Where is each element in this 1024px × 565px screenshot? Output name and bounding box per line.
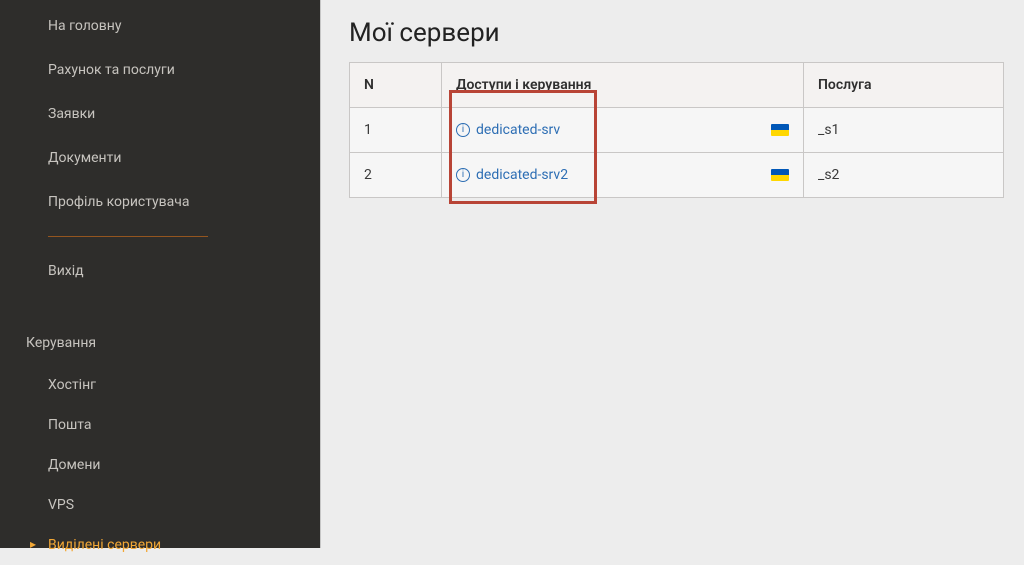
table-row: 2 i dedicated-srv2 _s2	[350, 153, 1004, 198]
flag-ua-icon	[771, 169, 789, 181]
sidebar-item-domains[interactable]: Домени	[0, 445, 320, 485]
sidebar-item-billing[interactable]: Рахунок та послуги	[0, 48, 320, 92]
th-service: Послуга	[804, 63, 1004, 108]
server-name: dedicated-srv	[476, 122, 560, 138]
sidebar-section-manage: Керування	[0, 321, 320, 365]
page-title: Мої сервери	[349, 18, 1004, 48]
info-icon: i	[456, 123, 470, 137]
sidebar-item-dedicated[interactable]: Виділені сервери	[0, 525, 320, 565]
servers-table: N Доступи і керування Послуга 1 i dedica…	[349, 62, 1004, 198]
cell-access: i dedicated-srv	[442, 108, 804, 153]
flag-ua-icon	[771, 124, 789, 136]
sidebar-divider	[48, 236, 208, 237]
sidebar-item-profile[interactable]: Профіль користувача	[0, 180, 320, 224]
info-icon: i	[456, 168, 470, 182]
th-n: N	[350, 63, 442, 108]
cell-n: 2	[350, 153, 442, 198]
table-row: 1 i dedicated-srv _s1	[350, 108, 1004, 153]
cell-service: _s2	[804, 153, 1004, 198]
sidebar: На головну Рахунок та послуги Заявки Док…	[0, 0, 320, 548]
server-link[interactable]: i dedicated-srv2	[456, 167, 568, 183]
sidebar-item-home[interactable]: На головну	[0, 4, 320, 48]
sidebar-item-hosting[interactable]: Хостінг	[0, 365, 320, 405]
th-access: Доступи і керування	[442, 63, 804, 108]
table-header-row: N Доступи і керування Послуга	[350, 63, 1004, 108]
sidebar-item-mail[interactable]: Пошта	[0, 405, 320, 445]
sidebar-item-logout[interactable]: Вихід	[0, 249, 320, 293]
cell-access: i dedicated-srv2	[442, 153, 804, 198]
server-name: dedicated-srv2	[476, 167, 568, 183]
server-link[interactable]: i dedicated-srv	[456, 122, 560, 138]
main-content: Мої сервери N Доступи і керування Послуг…	[320, 0, 1024, 548]
sidebar-item-tickets[interactable]: Заявки	[0, 92, 320, 136]
cell-n: 1	[350, 108, 442, 153]
sidebar-item-vps[interactable]: VPS	[0, 485, 320, 525]
sidebar-item-documents[interactable]: Документи	[0, 136, 320, 180]
cell-service: _s1	[804, 108, 1004, 153]
